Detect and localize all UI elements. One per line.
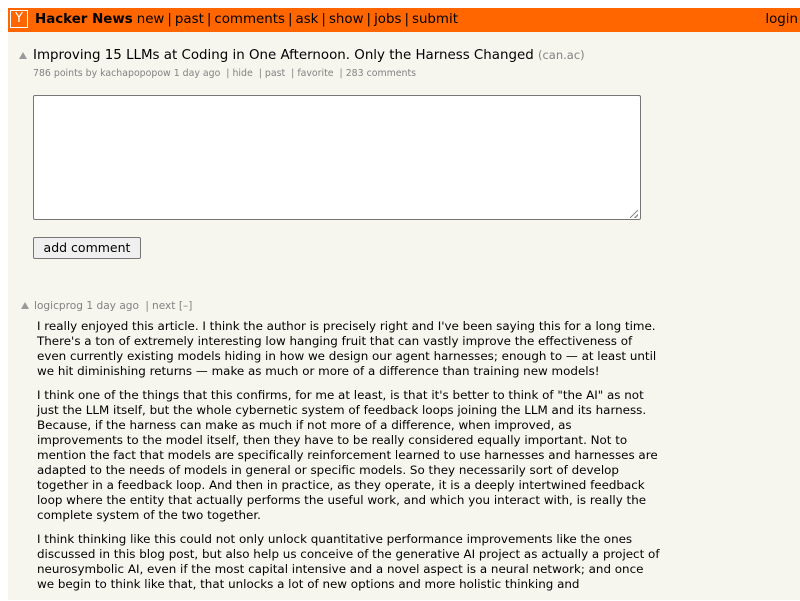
- story-domain[interactable]: (can.ac): [538, 48, 585, 62]
- nav-separator: |: [366, 12, 372, 27]
- nav-new[interactable]: new: [137, 12, 165, 27]
- subtext-separator: |: [339, 68, 343, 79]
- comment-header-separator: |: [145, 300, 149, 312]
- comment-age-link[interactable]: 1 day ago: [86, 300, 139, 312]
- nav-separator: |: [404, 12, 409, 27]
- nav-ask[interactable]: ask: [295, 12, 318, 27]
- comment-author-link[interactable]: logicprog: [34, 300, 83, 312]
- upvote-arrow-icon[interactable]: [19, 52, 27, 59]
- comment-upvote-arrow-icon[interactable]: [21, 302, 29, 309]
- add-comment-button[interactable]: add comment: [33, 237, 141, 259]
- comment-paragraph: I think thinking like this could not onl…: [37, 532, 660, 591]
- favorite-link[interactable]: favorite: [297, 68, 333, 79]
- resize-grip-icon[interactable]: [630, 210, 638, 218]
- top-nav: Hacker News new | past | comments | ask | show | jo…: [35, 12, 458, 28]
- story-author-link[interactable]: kachapopopow: [100, 68, 171, 79]
- comment-paragraph: I really enjoyed this article. I think t…: [37, 319, 657, 378]
- subtext-separator: |: [291, 68, 295, 79]
- comment-header: logicprog 1 day ago | next [–]: [34, 299, 192, 313]
- comments-count-link[interactable]: 283 comments: [346, 68, 416, 79]
- by-label: by: [85, 68, 98, 79]
- top-bar: Y Hacker News new | past | comments | ask | show |…: [8, 8, 800, 32]
- nav-past[interactable]: past: [175, 12, 204, 27]
- story-age-link[interactable]: 1 day ago: [174, 68, 221, 79]
- comment-textarea[interactable]: [33, 95, 641, 220]
- nav-separator: |: [206, 12, 212, 27]
- comment-next-link[interactable]: next: [152, 300, 175, 312]
- nav-show[interactable]: show: [329, 12, 364, 27]
- hn-logo-icon[interactable]: Y: [10, 10, 28, 28]
- nav-comments[interactable]: comments: [214, 12, 285, 27]
- nav-jobs[interactable]: jobs: [374, 12, 401, 27]
- nav-submit[interactable]: submit: [412, 12, 458, 27]
- nav-separator: |: [167, 12, 172, 27]
- site-name-link[interactable]: Hacker News: [35, 12, 133, 27]
- comment-body: I really enjoyed this article. I think t…: [37, 319, 661, 601]
- login-link[interactable]: login: [765, 12, 798, 28]
- story-subtext: 786 points by kachapopopow 1 day ago | hi…: [33, 68, 416, 80]
- story-points: 786 points: [33, 68, 83, 79]
- comment-collapse-toggle[interactable]: [–]: [179, 300, 193, 312]
- story-title-line: Improving 15 LLMs at Coding in One After…: [33, 47, 585, 64]
- hide-link[interactable]: hide: [232, 68, 252, 79]
- nav-separator: |: [321, 12, 326, 27]
- subtext-separator: |: [258, 68, 262, 79]
- comment-paragraph: I think one of the things that this conf…: [37, 388, 658, 522]
- story-title-link[interactable]: Improving 15 LLMs at Coding in One After…: [33, 48, 534, 63]
- past-link[interactable]: past: [265, 68, 285, 79]
- page: Y Hacker News new | past | comments | ask | show |…: [8, 8, 800, 600]
- nav-separator: |: [287, 12, 293, 27]
- subtext-separator: |: [226, 68, 230, 79]
